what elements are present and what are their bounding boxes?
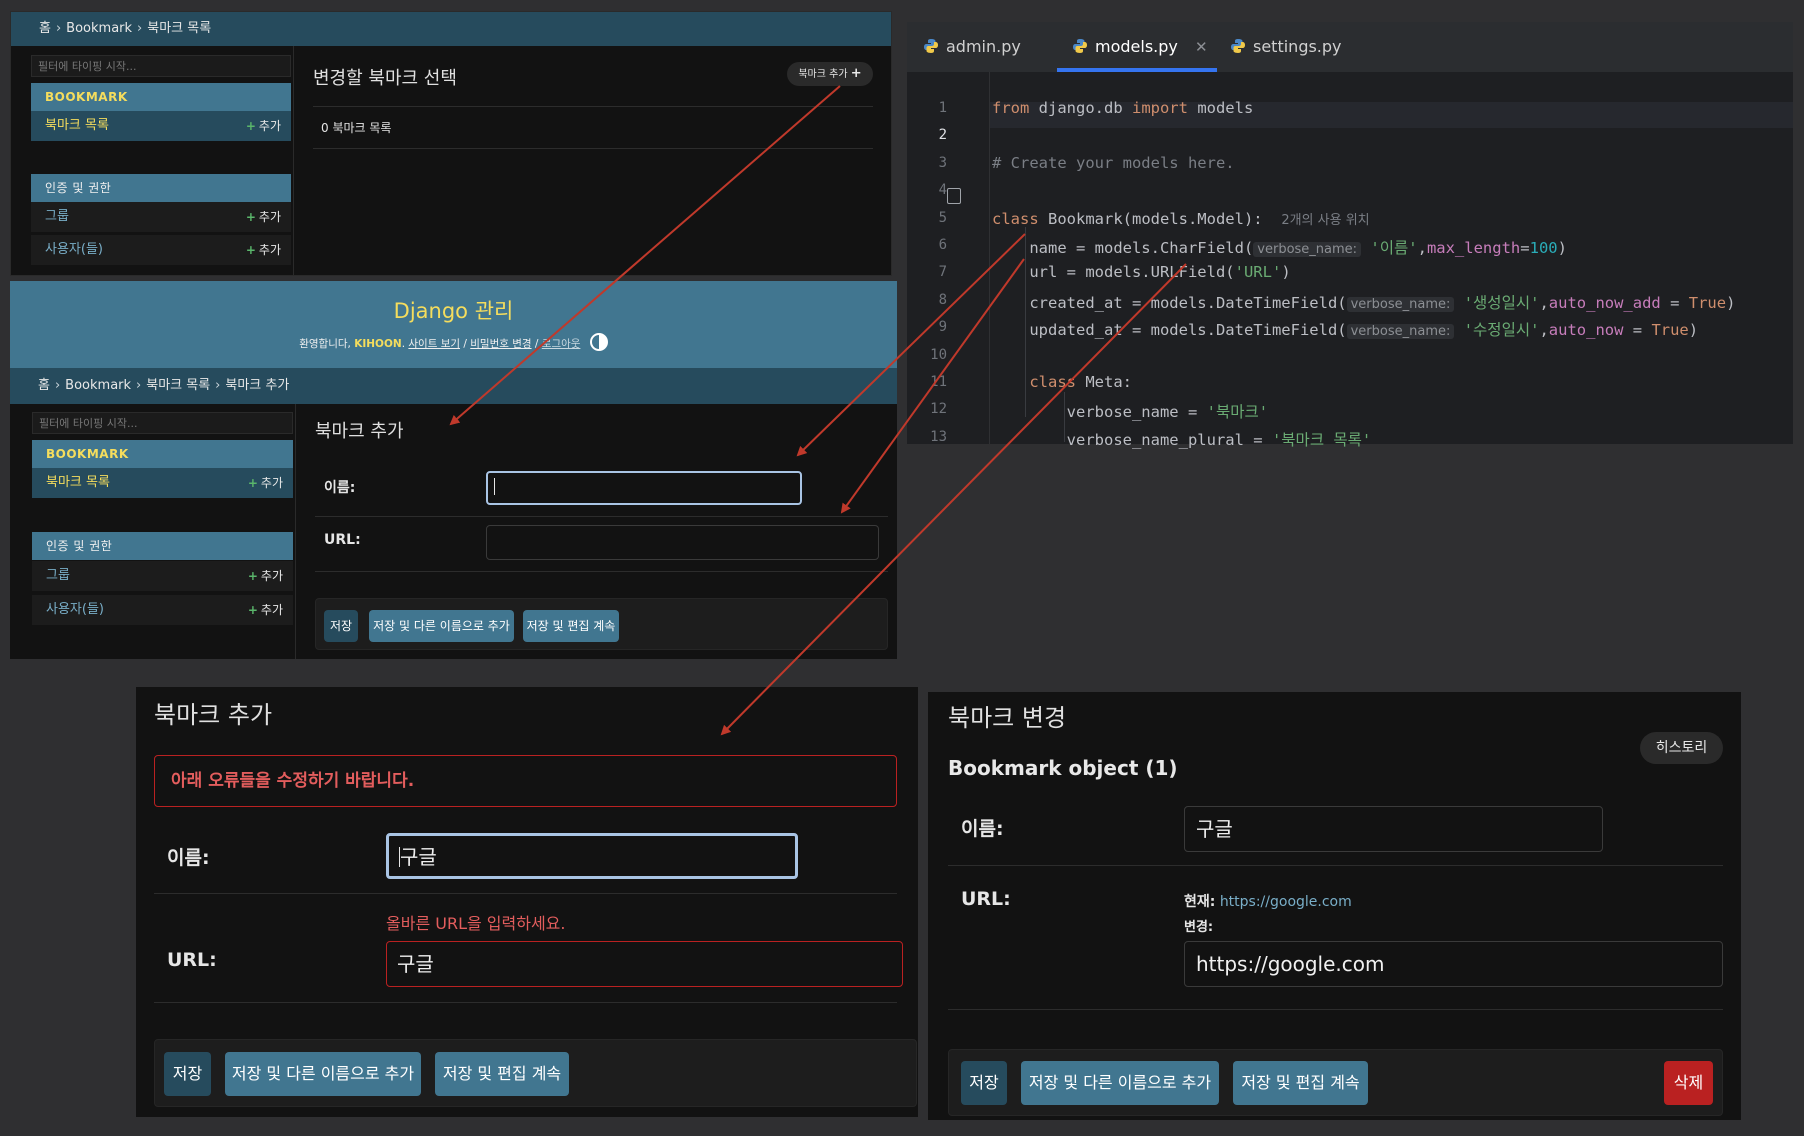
arrow-model-to-error-form [720,263,1187,736]
annotation-arrows [449,85,1187,736]
arrow-add-button-to-add-form [449,85,841,426]
arrow-name-field-to-name-input [796,233,1026,457]
